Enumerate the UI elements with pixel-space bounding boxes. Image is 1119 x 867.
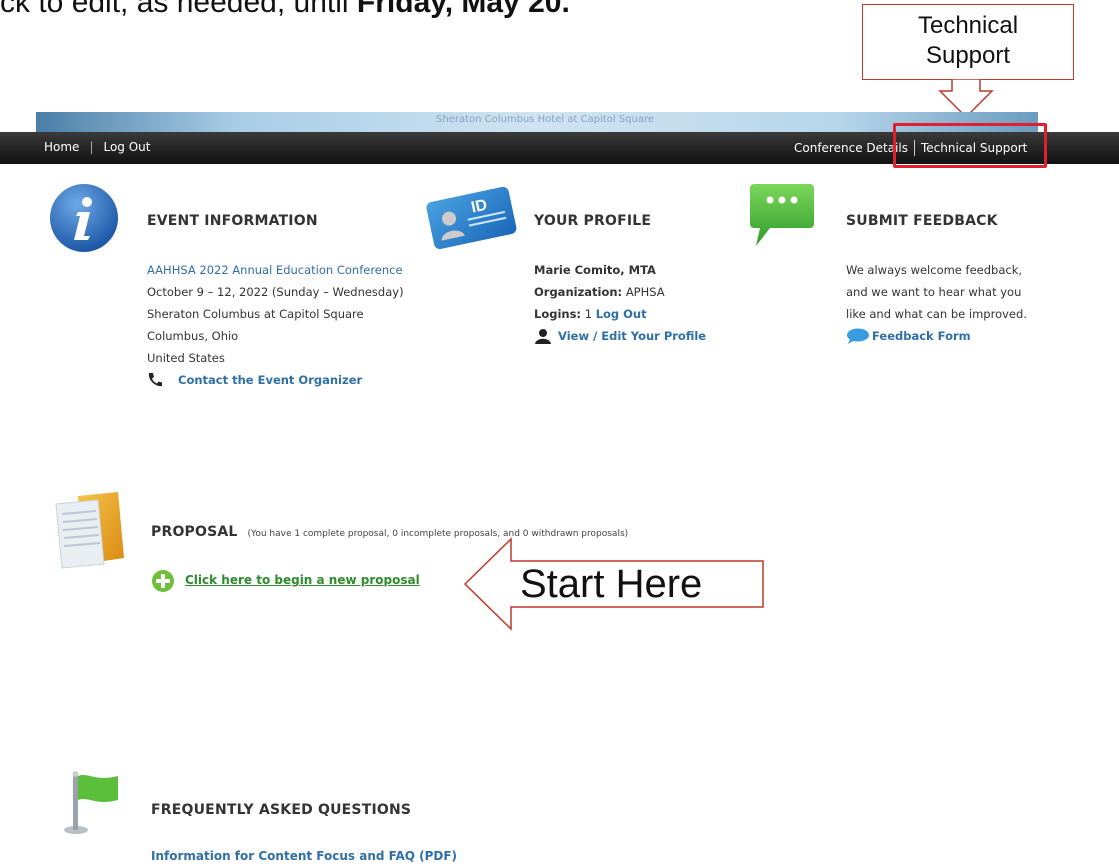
technical-support-callout: Technical Support: [862, 4, 1074, 80]
feedback-heading: SUBMIT FEEDBACK: [846, 213, 998, 229]
new-proposal-link[interactable]: Click here to begin a new proposal: [185, 573, 420, 587]
profile-logins: Logins: 1 Log Out: [534, 303, 706, 325]
phone-icon: [148, 373, 162, 387]
folder-icon: [55, 492, 124, 569]
edit-profile-link[interactable]: View / Edit Your Profile: [558, 325, 706, 347]
feedback-line-3: like and what can be improved.: [846, 307, 1027, 321]
user-icon: [535, 329, 551, 344]
speech-bubble-icon: [847, 328, 869, 344]
start-here-label: Start Here: [520, 562, 703, 606]
event-city: Columbus, Ohio: [147, 329, 239, 343]
info-icon: [50, 184, 118, 252]
feedback-form-link[interactable]: Feedback Form: [872, 325, 971, 347]
profile-details: Marie Comito, MTA Organization: APHSA Lo…: [534, 259, 706, 347]
edit-profile-row: View / Edit Your Profile: [534, 325, 706, 347]
feedback-form-row: Feedback Form: [846, 325, 1027, 347]
contact-organizer-row: Contact the Event Organizer: [147, 369, 404, 391]
event-venue: Sheraton Columbus at Capitol Square: [147, 307, 364, 321]
callout-line-2: Support: [925, 42, 1011, 69]
callout-line-1: Technical: [917, 12, 1019, 39]
feedback-details: We always welcome feedback, and we want …: [846, 259, 1027, 347]
event-dates: October 9 – 12, 2022 (Sunday – Wednesday…: [147, 285, 404, 299]
feedback-line-1: We always welcome feedback,: [846, 263, 1023, 277]
instruction-deadline: Friday, May 20.: [356, 0, 570, 19]
logins-label: Logins:: [534, 307, 582, 321]
profile-name: Marie Comito, MTA: [534, 263, 656, 277]
nav-conference-details-link[interactable]: Conference Details: [794, 141, 908, 155]
faq-pdf-link[interactable]: Information for Content Focus and FAQ (P…: [151, 849, 457, 863]
contact-organizer-link[interactable]: Contact the Event Organizer: [178, 369, 362, 391]
banner-text: Sheraton Columbus Hotel at Capitol Squar…: [436, 114, 654, 125]
instruction-prefix: ck to edit, as needed, until: [0, 0, 357, 19]
org-value: APHSA: [625, 285, 665, 299]
header-banner: Sheraton Columbus Hotel at Capitol Squar…: [36, 112, 1038, 132]
event-country: United States: [147, 351, 225, 365]
flag-icon: [64, 771, 118, 834]
instruction-text: ck to edit, as needed, until Friday, May…: [0, 0, 570, 20]
profile-organization: Organization: APHSA: [534, 281, 706, 303]
nav-separator: |: [89, 140, 94, 154]
event-info-heading: EVENT INFORMATION: [147, 213, 318, 229]
profile-logout-link[interactable]: Log Out: [596, 307, 647, 321]
technical-support-highlight: [893, 123, 1047, 168]
profile-heading: YOUR PROFILE: [534, 213, 652, 229]
event-info-details: AAHHSA 2022 Annual Education Conference …: [147, 259, 404, 391]
nav-left: Home | Log Out: [44, 140, 151, 154]
proposal-heading-text: PROPOSAL: [151, 524, 238, 540]
logins-value: 1: [584, 307, 593, 321]
faq-heading: FREQUENTLY ASKED QUESTIONS: [151, 802, 412, 818]
id-card-icon: ID: [426, 186, 517, 250]
nav-home-link[interactable]: Home: [44, 140, 79, 154]
plus-circle-icon[interactable]: [151, 569, 175, 593]
chat-bubble-icon: [750, 184, 814, 246]
conference-link[interactable]: AAHHSA 2022 Annual Education Conference: [147, 259, 404, 281]
org-label: Organization:: [534, 285, 623, 299]
feedback-line-2: and we want to hear what you: [846, 285, 1022, 299]
nav-logout-link[interactable]: Log Out: [103, 140, 150, 154]
